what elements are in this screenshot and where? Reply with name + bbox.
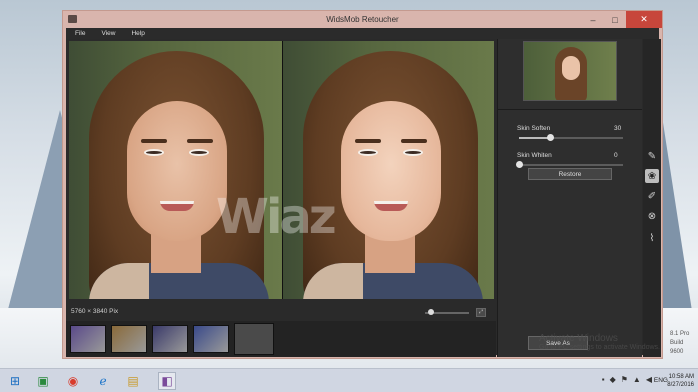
widsmob-retoucher-icon[interactable]: ◧ (158, 372, 176, 390)
activation-notice: Activate Windows Go to PC settings to ac… (539, 333, 660, 351)
restore-button[interactable]: Restore (528, 168, 612, 180)
skin-whiten-knob[interactable] (516, 161, 523, 168)
tool-strip: ✎ ❀ ✐ ⊗ ⌇ (643, 39, 661, 357)
store-icon[interactable]: ▣ (34, 372, 52, 390)
app-client-area: Wiaz 5760 × 3840 Pix ⤢ Skin Soften 30 Sk… (66, 39, 661, 357)
maximize-button[interactable]: □ (604, 11, 626, 28)
photo-eye (358, 149, 378, 156)
eraser-icon[interactable]: ⌇ (645, 231, 659, 245)
photo-face (341, 101, 441, 241)
skin-soften-fill (519, 137, 551, 139)
photo-lips (374, 201, 408, 211)
menu-view[interactable]: View (101, 30, 115, 37)
panel-divider (498, 109, 642, 110)
taskbar-clock[interactable]: 10:58 AM 8/27/2016 (667, 373, 694, 389)
tray-security-icon[interactable]: ◆ (610, 375, 616, 384)
skin-soften-knob[interactable] (547, 134, 555, 141)
skin-whiten-label: Skin Whiten (517, 152, 552, 159)
skin-whiten-value: 0 (614, 152, 618, 159)
zoom-slider-knob[interactable] (428, 309, 435, 315)
navigator-preview[interactable] (523, 41, 617, 101)
original-photo-pane[interactable] (69, 41, 282, 299)
color-circles-icon[interactable]: ⊗ (645, 209, 659, 223)
photo-brow (401, 139, 427, 143)
thumb-1[interactable] (70, 325, 106, 353)
tray-volume-icon[interactable]: ◀ (646, 375, 652, 384)
photo-eye (144, 149, 164, 156)
skin-whiten-track[interactable] (519, 164, 623, 166)
skin-soften-value: 30 (614, 125, 622, 132)
photo-brow (141, 139, 167, 143)
app-window: WidsMob Retoucher – □ ✕ File View Help W… (62, 10, 663, 359)
photo-eye (403, 149, 423, 156)
pencil-icon[interactable]: ✎ (645, 149, 659, 163)
photo-lips (160, 201, 194, 211)
preview-face (562, 56, 580, 80)
start-button-icon[interactable]: ⊞ (6, 372, 24, 390)
os-edition: 8.1 Pro (670, 331, 690, 337)
photo-face (127, 101, 227, 241)
menu-help[interactable]: Help (131, 30, 144, 37)
photo-brow (187, 139, 213, 143)
activation-subtitle: Go to PC settings to activate Windows. (539, 344, 660, 351)
watermark-text: Wiaz (216, 189, 337, 245)
chrome-icon[interactable]: ◉ (64, 372, 82, 390)
skin-soften-label: Skin Soften (517, 125, 551, 132)
flower-icon[interactable]: ❀ (645, 169, 659, 183)
close-button[interactable]: ✕ (626, 11, 662, 28)
internet-explorer-icon[interactable]: ℯ (94, 372, 112, 390)
menu-bar: File View Help (66, 28, 659, 39)
activation-title: Activate Windows (539, 333, 618, 344)
fit-to-window-button[interactable]: ⤢ (476, 308, 486, 317)
photo-eye (189, 149, 209, 156)
menu-file[interactable]: File (75, 30, 85, 37)
app-logo-icon (68, 15, 77, 23)
window-controls: – □ ✕ (582, 11, 662, 28)
taskbar: ⊞ ▣ ◉ ℯ ▤ ◧ ▪ ◆ ⚑ ▲ ◀ ENG 10:58 AM 8/27/… (0, 368, 698, 392)
language-indicator[interactable]: ENG (654, 377, 668, 384)
retouched-photo-pane[interactable] (283, 41, 494, 299)
brush-icon[interactable]: ✐ (645, 189, 659, 203)
filmstrip (66, 321, 496, 357)
os-build-info: 8.1 Pro Build 9600 (670, 330, 698, 357)
system-tray: ▪ ◆ ⚑ ▲ ◀ (602, 375, 652, 384)
window-title: WidsMob Retoucher (326, 15, 399, 24)
thumb-4[interactable] (193, 325, 229, 353)
photo-brow (355, 139, 381, 143)
tray-flag-icon[interactable]: ⚑ (621, 375, 628, 384)
thumb-3[interactable] (152, 325, 188, 353)
thumb-2[interactable] (111, 325, 147, 353)
title-bar[interactable]: WidsMob Retoucher – □ ✕ (63, 11, 662, 28)
tray-app-icon[interactable]: ▪ (602, 375, 605, 384)
image-dimensions: 5760 × 3840 Pix (71, 308, 119, 315)
clock-date: 8/27/2016 (667, 382, 694, 388)
thumb-5[interactable] (234, 323, 274, 355)
tray-network-icon[interactable]: ▲ (633, 375, 641, 384)
minimize-button[interactable]: – (582, 11, 604, 28)
os-build-number: Build 9600 (670, 340, 684, 355)
file-explorer-icon[interactable]: ▤ (124, 372, 142, 390)
adjustment-panel: Skin Soften 30 Skin Whiten 0 Restore Sav… (497, 39, 642, 357)
clock-time: 10:58 AM (668, 374, 694, 380)
